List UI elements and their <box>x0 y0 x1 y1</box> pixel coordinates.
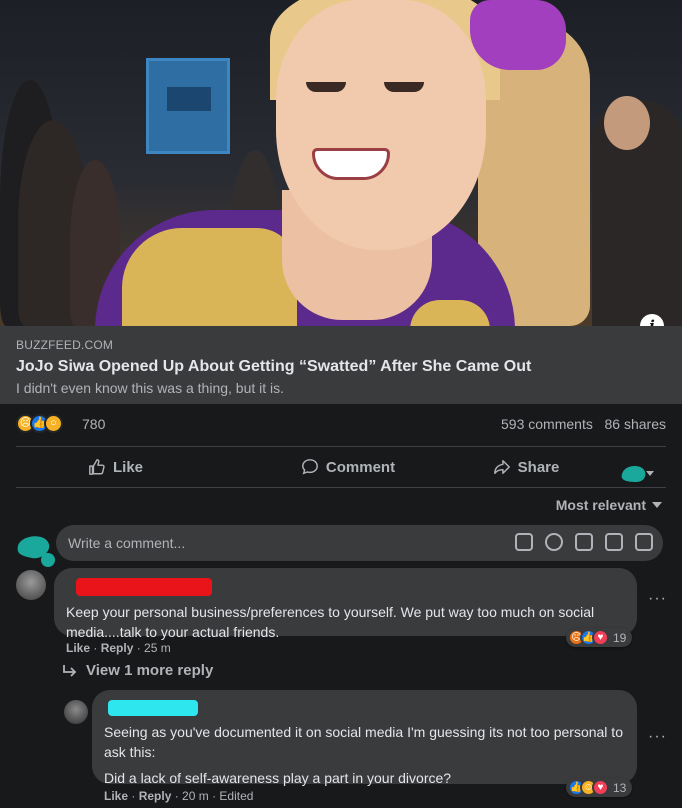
link-title[interactable]: JoJo Siwa Opened Up About Getting “Swatt… <box>16 358 682 376</box>
link-preview[interactable]: BUZZFEED.COM JoJo Siwa Opened Up About G… <box>0 326 682 404</box>
reply-text: Seeing as you've documented it on social… <box>104 724 623 760</box>
thumbs-up-icon <box>89 459 105 475</box>
arena-screen <box>146 58 230 154</box>
share-label: Share <box>517 458 560 476</box>
comment-options-icon[interactable]: ··· <box>648 590 667 608</box>
comment-count[interactable]: 593 comments <box>501 416 593 432</box>
background-photographer-head <box>604 96 650 150</box>
reply-like-link[interactable]: Like <box>104 789 128 803</box>
redacted-name <box>76 578 212 596</box>
comment-like-link[interactable]: Like <box>66 641 90 655</box>
view-more-replies-label: View 1 more reply <box>86 662 214 679</box>
reply-meta: Like · Reply · 20 m · Edited <box>104 789 254 803</box>
link-subtitle: I didn't even know this was a thing, but… <box>16 380 285 396</box>
comment-meta: Like · Reply · 25 m <box>66 641 171 655</box>
audience-avatar-dropdown[interactable] <box>620 462 656 486</box>
sticker-icon[interactable] <box>635 533 653 551</box>
comment-sort-dropdown[interactable]: Most relevant <box>556 497 662 513</box>
camera-icon[interactable] <box>575 533 593 551</box>
avatar-sticker-icon[interactable] <box>515 533 533 551</box>
teal-scribble <box>621 466 646 482</box>
hair-bow <box>470 0 566 70</box>
gif-icon[interactable] <box>605 533 623 551</box>
teal-scribble <box>41 553 55 567</box>
commenter-avatar[interactable] <box>16 570 46 600</box>
share-count[interactable]: 86 shares <box>605 416 666 432</box>
divider <box>16 487 666 488</box>
link-source: BUZZFEED.COM <box>16 338 114 352</box>
comment-button[interactable]: Comment <box>261 448 434 486</box>
reply-arrow-icon <box>63 664 77 677</box>
comment-label: Comment <box>325 458 396 476</box>
reaction-icons[interactable]: ☹ 👍 ○ <box>16 414 63 433</box>
jacket-gold-panel <box>122 228 297 326</box>
reply-reactions[interactable]: 👍 ☺ ♥ 13 <box>566 778 633 797</box>
comment-share-counts: 593 comments 86 shares <box>501 416 666 432</box>
comment-reactions[interactable]: ☹ 👍 ♥ 19 <box>566 628 633 647</box>
reply-reply-link[interactable]: Reply <box>139 789 172 803</box>
caret-down-icon <box>652 502 662 508</box>
comment-reply-link[interactable]: Reply <box>101 641 134 655</box>
smile <box>312 148 390 180</box>
comment-bubble: Keep your personal business/preferences … <box>54 568 637 640</box>
reply-bubble: Seeing as you've documented it on social… <box>92 690 637 786</box>
face <box>276 0 486 250</box>
reply-reaction-count: 13 <box>613 780 627 795</box>
comment-input[interactable]: Write a comment... <box>56 525 663 561</box>
heart-reaction-icon: ♥ <box>592 779 609 796</box>
divider <box>16 446 666 447</box>
view-more-replies[interactable]: View 1 more reply <box>62 662 213 679</box>
left-eye <box>306 82 346 92</box>
comment-text: Keep your personal business/preferences … <box>66 604 595 640</box>
user-avatar[interactable] <box>16 532 56 568</box>
comment-placeholder: Write a comment... <box>68 535 186 551</box>
comment-icon <box>301 459 318 475</box>
reply-text-question: Did a lack of self-awareness play a part… <box>104 770 452 786</box>
heart-reaction-icon: ♥ <box>592 629 609 646</box>
chevron-down-icon <box>646 471 654 476</box>
redacted-name <box>108 700 198 716</box>
reply-edited: Edited <box>219 789 254 803</box>
post-actions: Like Comment Share <box>16 448 666 486</box>
comment-time[interactable]: 25 m <box>144 641 171 655</box>
like-button[interactable]: Like <box>16 448 261 486</box>
sort-label: Most relevant <box>555 497 646 513</box>
comment-reaction-count: 19 <box>613 630 627 645</box>
post-stats: ☹ 👍 ○ 780 593 comments 86 shares <box>16 414 666 436</box>
article-hero-image[interactable]: i <box>0 0 682 326</box>
like-label: Like <box>113 458 144 476</box>
reply-options-icon[interactable]: ··· <box>648 728 667 746</box>
replier-avatar[interactable] <box>64 700 88 724</box>
reaction-count[interactable]: 780 <box>82 416 105 432</box>
right-eye <box>384 82 424 92</box>
composer-tools <box>515 533 653 551</box>
wow-reaction-icon: ○ <box>44 414 63 433</box>
emoji-icon[interactable] <box>545 533 563 551</box>
share-icon <box>493 459 510 475</box>
reply-time[interactable]: 20 m <box>182 789 209 803</box>
